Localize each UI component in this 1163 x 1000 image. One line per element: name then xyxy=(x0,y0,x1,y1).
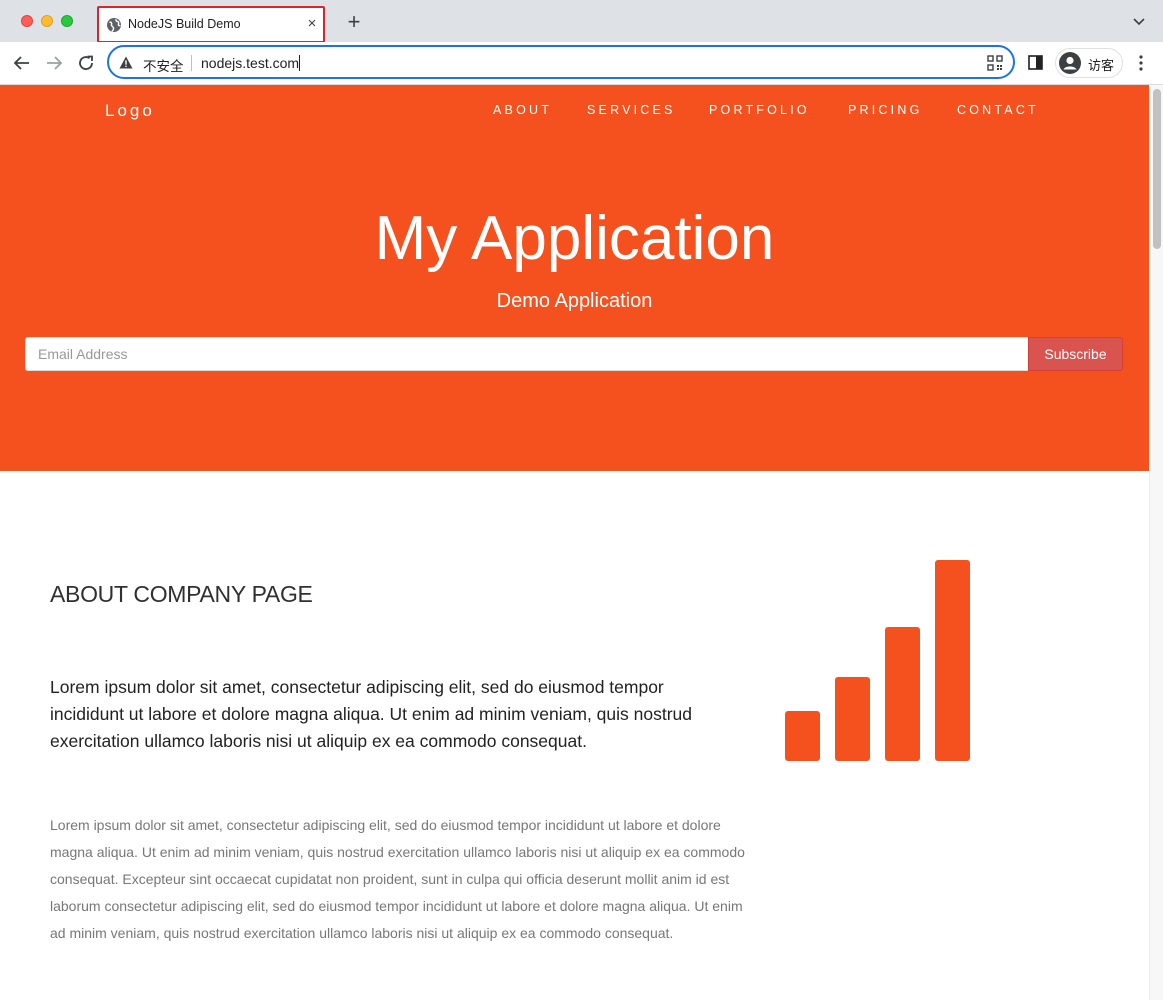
nav-link-about[interactable]: ABOUT xyxy=(493,103,552,117)
reload-icon[interactable] xyxy=(74,51,98,75)
about-heading: ABOUT COMPANY PAGE xyxy=(50,581,313,607)
page-viewport: Logo ABOUT SERVICES PORTFOLIO PRICING CO… xyxy=(0,85,1163,1000)
nav-link-contact[interactable]: CONTACT xyxy=(957,103,1039,117)
side-panel-icon[interactable] xyxy=(1028,55,1043,70)
hero-subtitle: Demo Application xyxy=(496,290,653,312)
text-cursor xyxy=(299,55,301,71)
browser-toolbar: 不安全 nodejs.test.com 访客 xyxy=(0,42,1163,85)
forward-icon[interactable] xyxy=(42,51,66,75)
globe-icon xyxy=(107,18,121,32)
url-field[interactable]: nodejs.test.com xyxy=(201,55,301,71)
site-logo[interactable]: Logo xyxy=(105,101,155,121)
more-menu-icon[interactable] xyxy=(1134,54,1148,72)
security-status-label[interactable]: 不安全 xyxy=(143,55,184,75)
nav-link-portfolio[interactable]: PORTFOLIO xyxy=(709,103,810,117)
tab-close-icon[interactable]: × xyxy=(304,14,320,34)
back-icon[interactable] xyxy=(10,51,34,75)
chevron-down-icon[interactable] xyxy=(1132,14,1146,28)
minimize-window-button[interactable] xyxy=(41,15,53,27)
address-bar[interactable]: 不安全 nodejs.test.com xyxy=(107,45,1015,79)
scrollbar-thumb[interactable] xyxy=(1153,89,1161,249)
email-field[interactable] xyxy=(25,337,1029,371)
browser-tab[interactable]: NodeJS Build Demo × xyxy=(97,6,325,43)
close-window-button[interactable] xyxy=(21,15,33,27)
avatar-icon xyxy=(1059,52,1081,74)
hero-title: My Application xyxy=(374,204,775,273)
nav-link-pricing[interactable]: PRICING xyxy=(848,103,923,117)
zoom-window-button[interactable] xyxy=(61,15,73,27)
tab-strip: NodeJS Build Demo × + xyxy=(0,0,1163,43)
profile-button[interactable]: 访客 xyxy=(1055,48,1123,78)
about-lead-paragraph: Lorem ipsum dolor sit amet, consectetur … xyxy=(50,677,693,751)
page-scrollbar[interactable] xyxy=(1149,85,1163,1000)
profile-label: 访客 xyxy=(1088,58,1115,73)
signal-icon xyxy=(785,560,970,761)
omnibox-divider xyxy=(191,55,192,71)
tab-title: NodeJS Build Demo xyxy=(128,17,241,31)
about-body-paragraph: Lorem ipsum dolor sit amet, consectetur … xyxy=(50,817,745,941)
qr-code-icon[interactable] xyxy=(987,55,1003,71)
subscribe-button[interactable]: Subscribe xyxy=(1028,337,1123,371)
hero-section: Logo ABOUT SERVICES PORTFOLIO PRICING CO… xyxy=(0,85,1149,471)
url-text: nodejs.test.com xyxy=(201,55,300,71)
new-tab-button[interactable]: + xyxy=(343,11,365,33)
nav-link-services[interactable]: SERVICES xyxy=(587,103,676,117)
warning-icon[interactable] xyxy=(119,56,133,69)
about-section: ABOUT COMPANY PAGE Lorem ipsum dolor sit… xyxy=(0,471,1149,1000)
